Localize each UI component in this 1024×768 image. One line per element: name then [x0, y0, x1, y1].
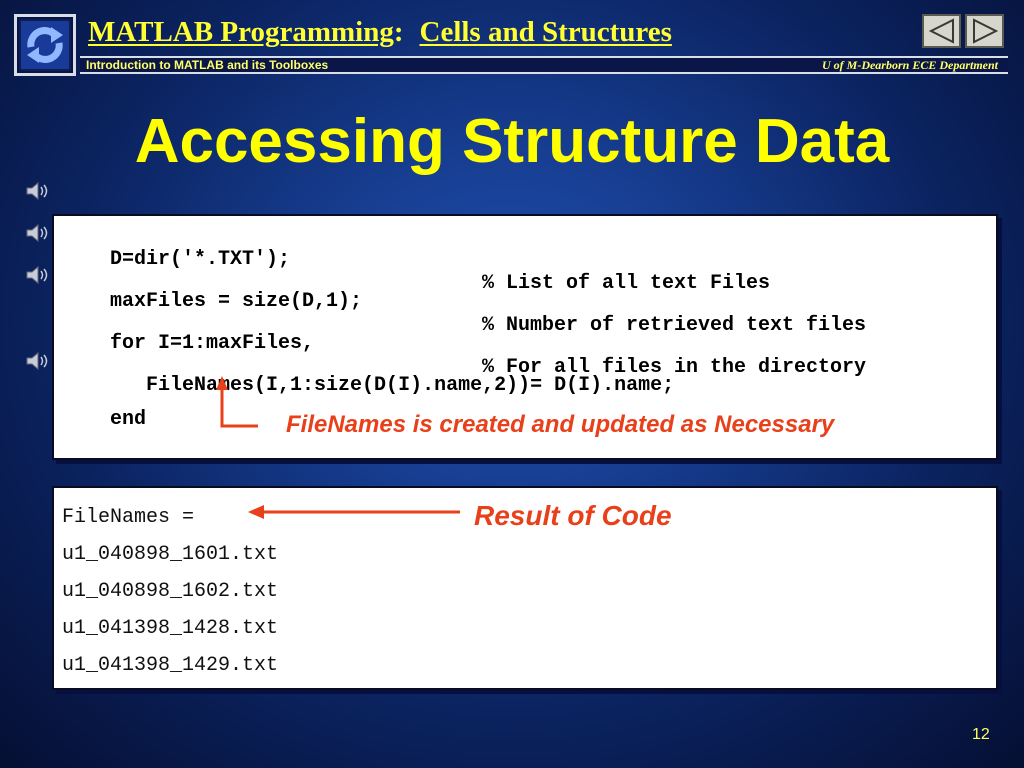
code-box: D=dir('*.TXT'); % List of all text Files… [52, 214, 998, 460]
code-text: FileNames(I,1:size(D(I).name,2))= D(I).n… [110, 374, 675, 397]
result-line: u1_041398_1428.txt [62, 617, 279, 640]
course-title: Introduction to MATLAB and its Toolboxes [86, 58, 329, 72]
slide-title: Accessing Structure Data [134, 107, 890, 176]
speaker-icon[interactable] [24, 222, 52, 244]
header-title-main[interactable]: MATLAB Programming [88, 16, 394, 48]
code-text: end [110, 408, 147, 431]
department-name: U of M-Dearborn ECE Department [821, 58, 998, 72]
result-line: u1_040898_1602.txt [62, 580, 279, 603]
speaker-icon[interactable] [24, 180, 52, 202]
result-line: FileNames = [62, 506, 195, 529]
page-number: 12 [972, 726, 990, 743]
code-comment: % Number of retrieved text files [482, 314, 867, 337]
triangle-right-icon [972, 18, 998, 44]
result-line: u1_041398_1429.txt [62, 654, 279, 677]
triangle-left-icon [928, 18, 954, 44]
result-label: Result of Code [474, 500, 672, 531]
speaker-icon[interactable] [24, 350, 52, 372]
logo-icon [14, 14, 76, 76]
header-title-topic[interactable]: Cells and Structures [420, 16, 672, 48]
code-comment: % List of all text Files [482, 272, 771, 295]
slide-navigation [922, 14, 1008, 52]
next-slide-button[interactable] [965, 14, 1004, 48]
code-annotation: FileNames is created and updated as Nece… [286, 411, 835, 438]
result-box: FileNames = u1_040898_1601.txt u1_040898… [52, 486, 998, 690]
header-title-colon: : [393, 16, 404, 48]
result-line: u1_040898_1601.txt [62, 543, 279, 566]
code-line: end [62, 384, 146, 456]
previous-slide-button[interactable] [922, 14, 961, 48]
header-title: MATLAB Programming: Cells and Structures [88, 16, 672, 56]
speaker-icon[interactable] [24, 264, 52, 286]
subtitle-bar: Introduction to MATLAB and its Toolboxes… [80, 56, 1008, 74]
